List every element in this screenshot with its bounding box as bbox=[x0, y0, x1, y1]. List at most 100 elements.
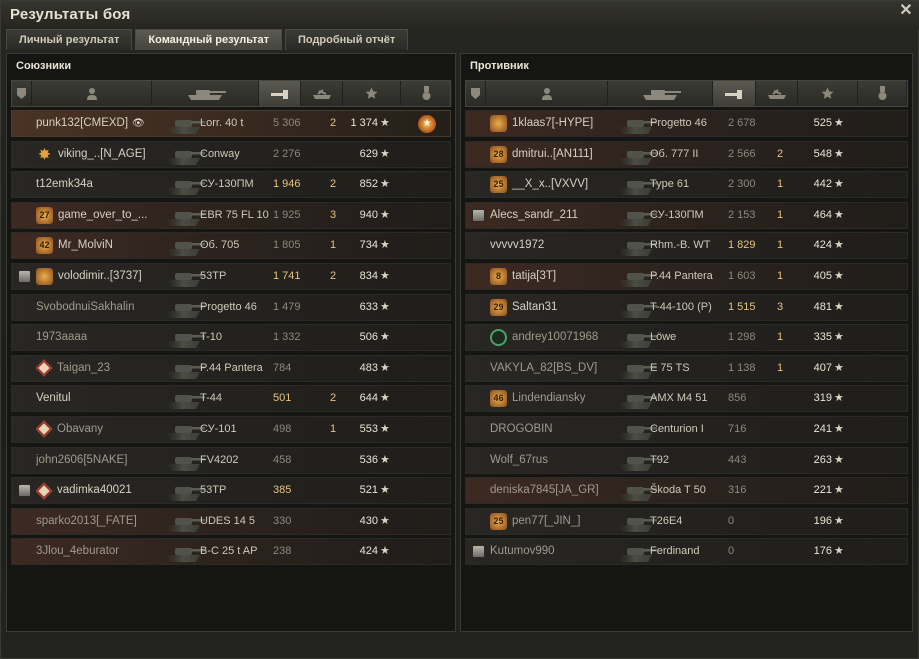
player-row[interactable]: vadimka40021 53TP 385 521 ★ bbox=[11, 477, 451, 505]
vehicle-name: P.44 Pantera bbox=[650, 269, 713, 282]
player-name-cell: punk132[CMEXD] 👁 bbox=[36, 111, 166, 136]
xp-value: 940 bbox=[359, 208, 378, 221]
kills-value: 1 bbox=[776, 331, 784, 344]
player-name: t12emk34a bbox=[36, 178, 93, 191]
kills-sort-icon[interactable] bbox=[301, 81, 343, 106]
platoon-cell bbox=[15, 142, 33, 167]
xp-sort-icon[interactable] bbox=[343, 81, 401, 106]
window-title: Результаты боя bbox=[10, 6, 131, 23]
platoon-cell bbox=[15, 448, 33, 473]
player-name-cell: 1973aaaa bbox=[36, 325, 166, 350]
player-row[interactable]: Wolf_67rus T92 443 263 ★ bbox=[465, 446, 908, 474]
player-row[interactable]: 25 __X_x..[VXVV] Type 61 2 300 1 442 ★ bbox=[465, 171, 908, 199]
player-row[interactable]: 42 Mr_MolviN Об. 705 1 805 1 734 ★ bbox=[11, 232, 451, 260]
achievement-star-icon: ✸ bbox=[38, 145, 51, 162]
player-row[interactable]: SvobodnuiSakhalin Progetto 46 1 479 633 ★ bbox=[11, 293, 451, 321]
damage-value: 5 306 bbox=[273, 117, 301, 129]
player-row[interactable]: 28 dmitrui..[AN111] Об. 777 II 2 566 2 548 ★ bbox=[465, 140, 908, 168]
kills-value bbox=[770, 386, 790, 411]
platoon-cell bbox=[469, 172, 487, 197]
tab-team-result[interactable]: Командный результат bbox=[135, 29, 282, 50]
xp-star-icon: ★ bbox=[834, 239, 844, 252]
player-row[interactable]: andrey10071968 Löwe 1 298 1 335 ★ bbox=[465, 324, 908, 352]
player-row[interactable]: t12emk34a СУ-130ПМ 1 946 2 852 ★ bbox=[11, 171, 451, 199]
xp-star-icon: ★ bbox=[834, 147, 844, 160]
player-sort-icon[interactable] bbox=[32, 81, 152, 106]
player-row[interactable]: 3Jlou_4eburator В-С 25 t AP 238 424 ★ bbox=[11, 538, 451, 566]
player-name-cell: DROGOBIN bbox=[490, 417, 630, 442]
player-row[interactable]: Alecs_sandr_211 СУ-130ПМ 2 153 1 464 ★ bbox=[465, 201, 908, 229]
xp-star-icon: ★ bbox=[834, 208, 844, 221]
player-row[interactable]: Venitul T-44 501 2 644 ★ bbox=[11, 385, 451, 413]
tab-detailed-report[interactable]: Подробный отчёт bbox=[284, 29, 409, 50]
close-icon[interactable]: ✕ bbox=[898, 3, 914, 19]
player-row[interactable]: sparko2013[_FATE] UDES 14 5 330 430 ★ bbox=[11, 507, 451, 535]
platoon-sort-icon[interactable] bbox=[12, 81, 32, 106]
vehicle-sort-icon[interactable] bbox=[152, 81, 259, 106]
player-row[interactable]: Kutumov990 Ferdinand 0 176 ★ bbox=[465, 538, 908, 566]
xp-value: 483 bbox=[359, 361, 378, 374]
vehicle-sort-icon[interactable] bbox=[608, 81, 713, 106]
xp-star-icon: ★ bbox=[380, 392, 390, 405]
vehicle-name: T-10 bbox=[200, 331, 223, 344]
battle-award-icon[interactable]: ★ bbox=[418, 114, 436, 133]
xp-sort-icon[interactable] bbox=[798, 81, 858, 106]
kills-value bbox=[770, 417, 790, 442]
player-row[interactable]: Obavany СУ-101 498 1 553 ★ bbox=[11, 415, 451, 443]
player-row[interactable]: john2606[5NAKE] FV4202 458 536 ★ bbox=[11, 446, 451, 474]
damage-sort-icon[interactable] bbox=[713, 81, 756, 106]
player-row[interactable]: VAKYLA_82[BS_DV] E 75 TS 1 138 1 407 ★ bbox=[465, 354, 908, 382]
damage-value: 1 479 bbox=[273, 300, 301, 313]
awards-sort-icon[interactable] bbox=[858, 81, 907, 106]
awards-sort-icon[interactable] bbox=[401, 81, 452, 106]
xp-star-icon: ★ bbox=[380, 453, 390, 466]
xp-star-icon: ★ bbox=[834, 484, 844, 497]
vehicle-name: P.44 Pantera bbox=[200, 361, 263, 374]
player-row[interactable]: DROGOBIN Centurion I 716 241 ★ bbox=[465, 415, 908, 443]
player-row[interactable]: 25 pen77[_JIN_] T26E4 0 196 ★ bbox=[465, 507, 908, 535]
damage-sort-icon[interactable] bbox=[259, 81, 301, 106]
vehicle-header-icon bbox=[182, 87, 228, 101]
xp-value: 521 bbox=[359, 484, 378, 497]
kills-sort-icon[interactable] bbox=[756, 81, 798, 106]
xp-star-icon: ★ bbox=[834, 392, 844, 405]
enemies-panel: Противник 1klaas7[-HYPE] Progetto 46 2 678… bbox=[460, 53, 913, 632]
player-row[interactable]: 27 game_over_to_... EBR 75 FL 10 1 925 3 940 ★ bbox=[11, 201, 451, 229]
player-row[interactable]: deniska7845[JA_GR] Škoda T 50 316 221 ★ bbox=[465, 477, 908, 505]
player-name: SvobodnuiSakhalin bbox=[36, 300, 135, 313]
platoon-cell bbox=[15, 111, 33, 136]
player-row[interactable]: punk132[CMEXD] 👁 Lorr. 40 t5 306 2 1 374 ★ ★ bbox=[11, 110, 451, 137]
player-row[interactable]: Taigan_23 P.44 Pantera 784 483 ★ bbox=[11, 354, 451, 382]
damage-value: 2 276 bbox=[273, 147, 301, 160]
player-row[interactable]: 46 Lindendiansky AMX M4 51 856 319 ★ bbox=[465, 385, 908, 413]
player-name-cell: sparko2013[_FATE] bbox=[36, 509, 166, 534]
platoon-icon bbox=[17, 484, 31, 498]
platoon-sort-icon[interactable] bbox=[466, 81, 486, 106]
vehicle-name: Progetto 46 bbox=[650, 117, 707, 129]
player-name-cell: Taigan_23 bbox=[36, 356, 166, 381]
player-row[interactable]: ✸ viking_..[N_AGE] Conway 2 276 629 ★ bbox=[11, 140, 451, 168]
player-sort-icon[interactable] bbox=[486, 81, 608, 106]
vehicle-name: Lorr. 40 t bbox=[200, 117, 244, 129]
player-row[interactable]: 29 Saltan31 T-44-100 (Р) 1 515 3 481 ★ bbox=[465, 293, 908, 321]
vehicle-name: Progetto 46 bbox=[200, 300, 257, 313]
player-name: 3Jlou_4eburator bbox=[36, 545, 120, 558]
platoon-icon bbox=[471, 208, 485, 222]
player-row[interactable]: 8 tatija[3T] P.44 Pantera 1 603 1 405 ★ bbox=[465, 262, 908, 290]
xp-star-icon: ★ bbox=[834, 361, 844, 374]
vehicle-name: Škoda T 50 bbox=[650, 484, 706, 497]
damage-value: 784 bbox=[273, 361, 292, 374]
xp-star-icon: ★ bbox=[380, 117, 390, 129]
player-row[interactable]: volodimir..[3737] 53TP 1 741 2 834 ★ bbox=[11, 262, 451, 290]
xp-value: 196 bbox=[813, 514, 832, 527]
xp-value: 481 bbox=[813, 300, 832, 313]
vehicle-name: Rhm.-B. WT bbox=[650, 239, 711, 252]
platoon-cell bbox=[469, 233, 487, 258]
player-row[interactable]: 1973aaaa T-10 1 332 506 ★ bbox=[11, 324, 451, 352]
player-row[interactable]: 1klaas7[-HYPE] Progetto 46 2 678 525 ★ bbox=[465, 110, 908, 137]
player-name: Taigan_23 bbox=[57, 361, 111, 374]
tab-personal-result[interactable]: Личный результат bbox=[6, 29, 133, 50]
xp-value: 424 bbox=[813, 239, 832, 252]
player-row[interactable]: vvvvv1972 Rhm.-B. WT 1 829 1 424 ★ bbox=[465, 232, 908, 260]
player-name-cell: vadimka40021 bbox=[36, 478, 166, 503]
